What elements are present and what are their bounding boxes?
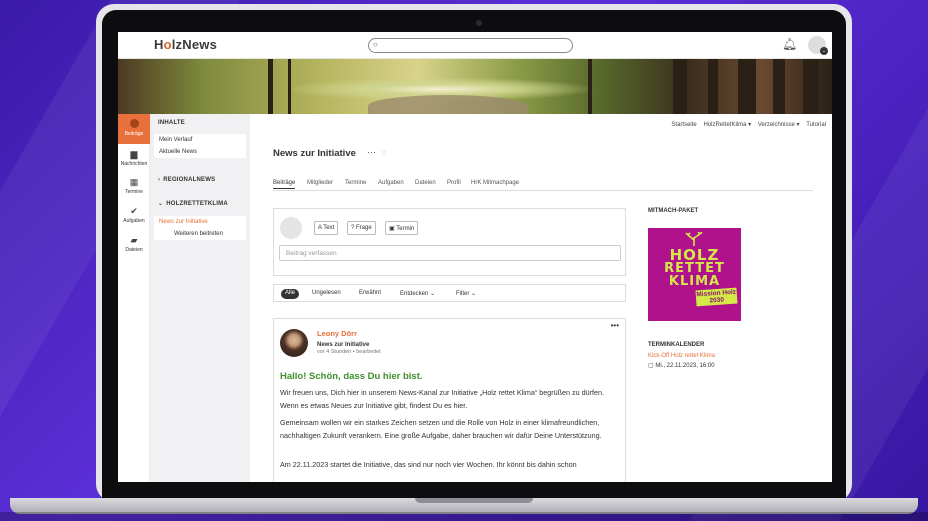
check-icon: ✔ xyxy=(130,206,138,216)
filter-dropdown[interactable]: Filter ⌄ xyxy=(452,289,480,299)
package-word-3: KLIMA xyxy=(668,274,721,289)
posts-icon xyxy=(128,119,140,129)
topnav-holzrettetklima[interactable]: HolzRettetKlima ▾ xyxy=(703,122,751,128)
post-meta: vor 4 Stunden • bearbeitet xyxy=(317,349,381,355)
tree-trunk xyxy=(803,59,819,114)
nav-item-aufgaben[interactable]: ✔ Aufgaben xyxy=(118,203,150,231)
post-card: Leony Dörr News zur Initiative vor 4 Stu… xyxy=(273,318,626,482)
tree-trunk xyxy=(708,59,718,114)
tree-trunk xyxy=(673,59,687,114)
tab-profil[interactable]: Profil xyxy=(447,180,461,186)
post-author[interactable]: Leony Dörr xyxy=(317,329,357,338)
calendar-icon: ▦ xyxy=(129,177,139,187)
folder-icon: ▰ xyxy=(130,235,138,245)
tab-dateien[interactable]: Dateien xyxy=(415,180,436,186)
sidebar-title: INHALTE xyxy=(158,120,185,126)
nav-item-nachrichten[interactable]: ▆ Nachrichten xyxy=(118,146,150,174)
tab-aufgaben[interactable]: Aufgaben xyxy=(378,180,404,186)
post-paragraph: Am 22.11.2023 startet die Initiative, da… xyxy=(280,460,577,469)
app-screen: HolzNews ○ 🔔︎ ⌄ Beiträge ▆ Nachrichten ▦ xyxy=(118,32,832,482)
text-post-button[interactable]: A Text xyxy=(314,221,339,235)
tree-trunk xyxy=(268,59,273,114)
topnav-tutorial[interactable]: Tutorial xyxy=(806,122,826,128)
package-tag: Mission Holz 2030 xyxy=(695,287,738,307)
nav-item-termine[interactable]: ▦ Termine xyxy=(118,174,150,202)
event-date: ▢ Mi., 22.11.2023, 16:00 xyxy=(648,363,715,369)
post-menu-icon[interactable]: ••• xyxy=(611,321,619,330)
camera-icon xyxy=(476,20,482,26)
calendar-title: TERMINKALENDER xyxy=(648,342,705,348)
event-post-button[interactable]: ▣ Termin xyxy=(385,221,419,235)
laptop-shadow xyxy=(0,512,928,521)
sidebar-item-news-zur-initiative[interactable]: News zur Initiative xyxy=(154,216,246,228)
laptop-notch xyxy=(415,498,533,503)
chevron-down-icon: ⌄ xyxy=(158,201,164,207)
star-icon[interactable]: ☆ xyxy=(381,149,387,157)
post-paragraph: Gemeinsam wollen wir ein starkes Zeichen… xyxy=(280,418,602,440)
tree-icon xyxy=(685,232,703,246)
search-input[interactable]: ○ xyxy=(368,38,573,53)
post-space[interactable]: News zur Initiative xyxy=(317,342,369,348)
content-sidebar: INHALTE Mein Verlauf Aktuelle News › REGI… xyxy=(150,114,250,482)
nav-item-dateien[interactable]: ▰ Dateien xyxy=(118,232,150,260)
sidebar-sublinks: News zur Initiative Weiteren beitreten xyxy=(154,216,246,240)
package-title: MITMACH-PAKET xyxy=(648,208,699,214)
more-options-icon[interactable]: ··· xyxy=(367,147,376,157)
avatar xyxy=(280,217,302,239)
chevron-right-icon: › xyxy=(158,177,161,183)
user-avatar[interactable]: ⌄ xyxy=(808,36,828,55)
question-post-button[interactable]: ? Frage xyxy=(347,221,376,235)
sidebar-section-holzrettetklima[interactable]: ⌄ HOLZRETTETKLIMA xyxy=(158,200,228,207)
post-input[interactable]: Beitrag verfassen xyxy=(279,245,621,261)
chevron-down-icon[interactable]: ⌄ xyxy=(820,47,828,55)
post-paragraph: Wir freuen uns, Dich hier in unserem New… xyxy=(280,388,604,410)
mitmach-paket-image[interactable]: HOLZ RETTET KLIMA Mission Holz 2030 xyxy=(648,228,741,321)
sidebar-links: Mein Verlauf Aktuelle News xyxy=(154,134,246,158)
tree-trunk xyxy=(773,59,785,114)
author-avatar[interactable] xyxy=(280,329,308,357)
tree-trunk xyxy=(288,59,291,114)
tree-trunk xyxy=(588,59,592,114)
bell-icon[interactable]: 🔔︎ xyxy=(782,37,797,51)
tab-hrk-mitmachpage[interactable]: HrK Mitmachpage xyxy=(471,180,519,186)
forest-banner xyxy=(118,59,832,114)
tree-trunk xyxy=(738,59,756,114)
top-bar: HolzNews ○ 🔔︎ ⌄ xyxy=(118,32,832,59)
post-headline: Hallo! Schön, dass Du hier bist. xyxy=(280,371,423,382)
tab-mitglieder[interactable]: Mitglieder xyxy=(307,180,333,186)
topnav-startseite[interactable]: Startseite xyxy=(671,122,696,128)
filter-entdecken[interactable]: Entdecken ⌄ xyxy=(396,289,439,299)
sidebar-item-aktuelle-news[interactable]: Aktuelle News xyxy=(154,146,246,158)
topnav-verzeichnisse[interactable]: Verzeichnisse ▾ xyxy=(758,122,800,128)
tab-beitraege[interactable]: Beiträge xyxy=(273,180,296,189)
event-link[interactable]: Kick-Off Holz rettet Klima xyxy=(648,353,715,359)
page-title: News zur Initiative xyxy=(273,148,356,159)
top-nav: Startseite HolzRettetKlima ▾ Verzeichnis… xyxy=(666,121,826,128)
post-composer: A Text ? Frage ▣ Termin Beitrag verfasse… xyxy=(273,208,626,276)
filter-bar: Alle Ungelesen Erwähnt Entdecken ⌄ Filte… xyxy=(273,284,626,302)
filter-erwaehnt[interactable]: Erwähnt xyxy=(355,289,385,299)
tab-bar: Beiträge Mitglieder Termine Aufgaben Dat… xyxy=(273,180,813,191)
tab-termine[interactable]: Termine xyxy=(345,180,366,186)
forest-path xyxy=(368,95,528,114)
filter-ungelesen[interactable]: Ungelesen xyxy=(308,289,345,299)
sidebar-item-mein-verlauf[interactable]: Mein Verlauf xyxy=(154,134,246,146)
sidebar-section-regionalnews[interactable]: › REGIONALNEWS xyxy=(158,177,215,183)
nav-item-beitraege[interactable]: Beiträge xyxy=(118,114,150,144)
logo-leaf: o xyxy=(163,37,172,52)
sidebar-item-weiteren-beitreten[interactable]: Weiteren beitreten xyxy=(154,228,246,240)
search-icon: ○ xyxy=(373,40,378,49)
app-logo[interactable]: HolzNews xyxy=(154,37,217,52)
filter-alle[interactable]: Alle xyxy=(281,289,300,299)
inbox-icon: ▆ xyxy=(130,149,138,159)
left-icon-nav: Beiträge ▆ Nachrichten ▦ Termine ✔ Aufga… xyxy=(118,114,150,482)
